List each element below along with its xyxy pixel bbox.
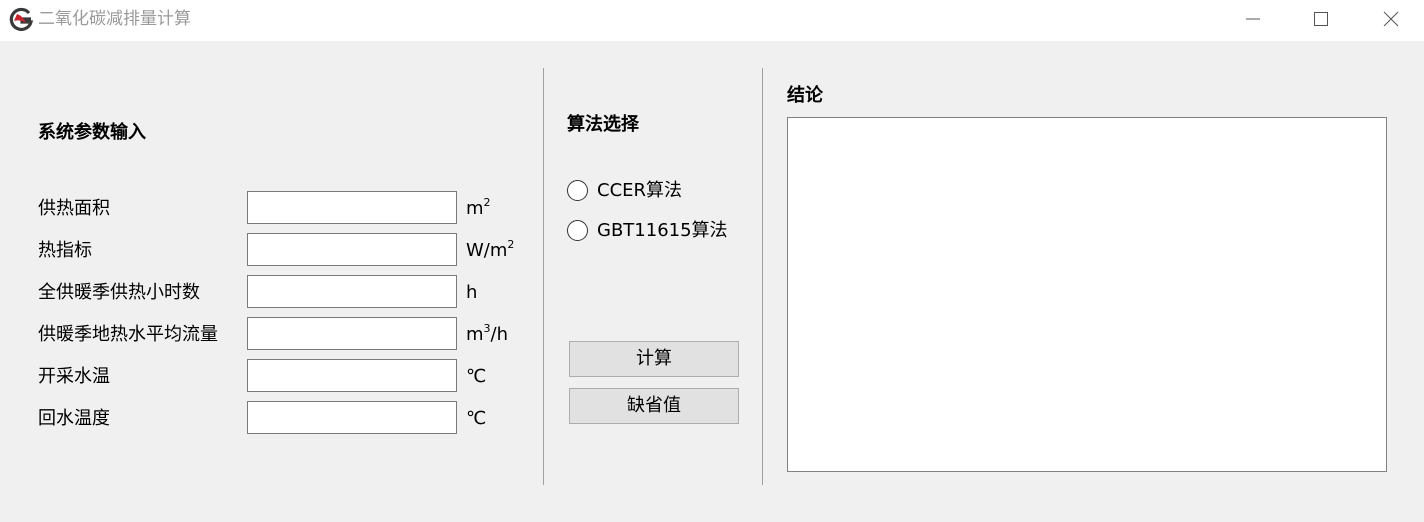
heating-hours-input[interactable] <box>247 275 457 308</box>
supply-temp-input[interactable] <box>247 359 457 392</box>
divider-right <box>762 68 763 485</box>
default-values-button[interactable]: 缺省值 <box>569 388 739 424</box>
maximize-button[interactable] <box>1298 0 1344 38</box>
heat-index-label: 热指标 <box>38 240 92 261</box>
heat-index-input[interactable] <box>247 233 457 266</box>
supply-temp-unit: ℃ <box>466 366 487 387</box>
return-temp-label: 回水温度 <box>38 408 110 429</box>
heating-area-label: 供热面积 <box>38 198 110 219</box>
params-section-title: 系统参数输入 <box>38 122 146 143</box>
radio-ccer-circle[interactable] <box>567 180 588 201</box>
avg-flow-input[interactable] <box>247 317 457 350</box>
radio-ccer-label[interactable]: CCER算法 <box>597 179 682 203</box>
heating-area-input[interactable] <box>247 191 457 224</box>
avg-flow-unit: m3/h <box>466 322 509 345</box>
result-textarea[interactable] <box>787 117 1387 472</box>
return-temp-input[interactable] <box>247 401 457 434</box>
window-title: 二氧化碳减排量计算 <box>38 9 191 29</box>
close-icon <box>1383 11 1399 27</box>
avg-flow-label: 供暖季地热水平均流量 <box>38 324 218 345</box>
minimize-icon <box>1246 18 1260 20</box>
heating-hours-unit: h <box>466 282 478 303</box>
heating-area-unit: m2 <box>466 196 491 219</box>
close-button[interactable] <box>1368 0 1414 38</box>
title-bar: 二氧化碳减排量计算 <box>0 0 1424 41</box>
maximize-icon <box>1314 12 1328 26</box>
app-logo-icon <box>9 7 34 32</box>
radio-gbt11615-label[interactable]: GBT11615算法 <box>597 219 728 243</box>
radio-gbt11615-circle[interactable] <box>567 220 588 241</box>
heat-index-unit: W/m2 <box>466 238 515 261</box>
calculate-button[interactable]: 计算 <box>569 341 739 377</box>
supply-temp-label: 开采水温 <box>38 366 110 387</box>
minimize-button[interactable] <box>1230 0 1276 38</box>
algorithm-section-title: 算法选择 <box>567 114 639 135</box>
return-temp-unit: ℃ <box>466 408 487 429</box>
result-section-title: 结论 <box>787 85 823 106</box>
heating-hours-label: 全供暖季供热小时数 <box>38 282 200 303</box>
divider-left <box>543 68 544 485</box>
